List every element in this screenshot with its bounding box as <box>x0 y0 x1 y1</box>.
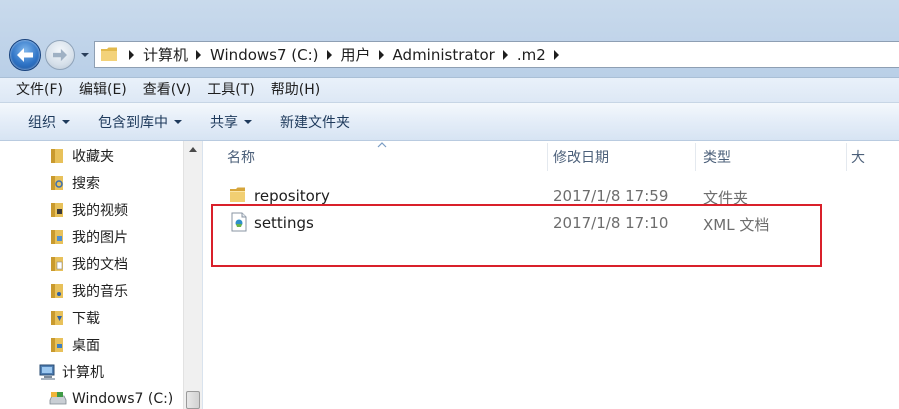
video-folder-icon <box>48 201 66 219</box>
search-folder-icon <box>48 174 66 192</box>
breadcrumb-separator-icon[interactable] <box>502 49 508 60</box>
nav-pane-scrollbar[interactable] <box>183 141 202 409</box>
star-folder-icon <box>48 147 66 165</box>
nav-item-pictures[interactable]: 我的图片 <box>48 224 128 250</box>
nav-item-label: 我的图片 <box>72 230 128 246</box>
column-header-label: 名称 <box>227 150 255 166</box>
organize-label: 组织 <box>28 114 56 131</box>
chevron-up-icon <box>189 147 197 152</box>
breadcrumb-administrator[interactable]: Administrator <box>393 46 495 64</box>
nav-item-label: 下载 <box>72 311 100 327</box>
documents-folder-icon <box>48 255 66 273</box>
music-folder-icon <box>48 282 66 300</box>
nav-item-downloads[interactable]: 下载 <box>48 305 100 331</box>
nav-item-label: 收藏夹 <box>72 149 114 165</box>
new-folder-button[interactable]: 新建文件夹 <box>272 103 358 141</box>
breadcrumb-separator-icon[interactable] <box>129 49 134 60</box>
nav-item-label: 我的视频 <box>72 203 128 219</box>
nav-item-desktop[interactable]: 桌面 <box>48 332 100 358</box>
nav-item-label: 搜索 <box>72 176 100 192</box>
chevron-down-icon <box>174 119 182 124</box>
file-name[interactable]: repository <box>254 187 330 205</box>
menu-bar: 文件(F) 编辑(E) 查看(V) 工具(T) 帮助(H) <box>0 78 899 103</box>
pictures-folder-icon <box>48 228 66 246</box>
nav-item-videos[interactable]: 我的视频 <box>48 197 128 223</box>
breadcrumb-separator-icon[interactable] <box>326 49 332 60</box>
address-toolbar: 计算机 Windows7 (C:) 用户 Administrator .m2 <box>0 0 899 78</box>
scroll-up-button[interactable] <box>184 141 202 159</box>
forward-arrow-icon <box>53 48 67 62</box>
column-header-label: 类型 <box>703 150 731 166</box>
nav-item-label: 桌面 <box>72 338 100 354</box>
nav-item-label: Windows7 (C:) <box>72 391 174 407</box>
recent-pages-dropdown[interactable] <box>79 49 91 61</box>
breadcrumb-separator-icon[interactable] <box>553 49 559 60</box>
breadcrumb-computer[interactable]: 计算机 <box>143 44 188 65</box>
file-modified: 2017/1/8 17:59 <box>553 187 669 205</box>
drive-icon <box>48 390 67 408</box>
navigation-pane: 收藏夹 搜索 我的视频 我的图片 我的文档 我的音乐 下载 桌面 计算机 Win… <box>0 141 203 409</box>
breadcrumb: 计算机 Windows7 (C:) 用户 Administrator .m2 <box>121 42 568 67</box>
nav-item-favorites[interactable]: 收藏夹 <box>48 143 114 169</box>
include-in-library-label: 包含到库中 <box>98 114 168 131</box>
command-bar: 组织 包含到库中 共享 新建文件夹 <box>0 103 899 141</box>
nav-item-documents[interactable]: 我的文档 <box>48 251 128 277</box>
menu-help[interactable]: 帮助(H) <box>263 78 328 103</box>
breadcrumb-users[interactable]: 用户 <box>341 44 371 65</box>
chevron-down-icon <box>244 119 252 124</box>
folder-icon <box>99 44 121 66</box>
nav-item-music[interactable]: 我的音乐 <box>48 278 128 304</box>
column-header-modified[interactable]: 修改日期 <box>553 141 695 173</box>
new-folder-label: 新建文件夹 <box>280 114 350 131</box>
downloads-folder-icon <box>48 309 66 327</box>
back-button[interactable] <box>9 39 41 71</box>
column-divider[interactable] <box>695 143 696 171</box>
nav-item-label: 我的音乐 <box>72 284 128 300</box>
column-header-size[interactable]: 大 <box>851 141 899 173</box>
nav-item-drive-c[interactable]: Windows7 (C:) <box>48 386 173 409</box>
chevron-down-icon <box>62 119 70 124</box>
menu-file[interactable]: 文件(F) <box>8 78 71 103</box>
column-divider[interactable] <box>846 143 847 171</box>
include-in-library-button[interactable]: 包含到库中 <box>90 103 190 141</box>
folder-icon <box>228 185 248 205</box>
nav-item-label: 我的文档 <box>72 257 128 273</box>
column-header-name[interactable]: 名称 <box>227 141 547 173</box>
forward-button[interactable] <box>45 40 75 70</box>
column-divider[interactable] <box>547 143 548 171</box>
chevron-down-icon <box>81 53 89 57</box>
breadcrumb-m2[interactable]: .m2 <box>517 46 546 64</box>
column-header-label: 修改日期 <box>553 150 609 166</box>
menu-edit[interactable]: 编辑(E) <box>71 78 135 103</box>
nav-item-computer[interactable]: 计算机 <box>38 359 104 385</box>
share-label: 共享 <box>210 114 238 131</box>
breadcrumb-separator-icon[interactable] <box>378 49 384 60</box>
share-button[interactable]: 共享 <box>202 103 260 141</box>
organize-button[interactable]: 组织 <box>20 103 78 141</box>
column-header-label: 大 <box>851 150 865 166</box>
highlight-annotation-box <box>211 204 822 267</box>
menu-tools[interactable]: 工具(T) <box>199 78 262 103</box>
breadcrumb-drive[interactable]: Windows7 (C:) <box>210 46 319 64</box>
computer-icon <box>38 363 56 381</box>
nav-item-label: 计算机 <box>62 365 104 381</box>
back-arrow-icon <box>17 48 33 62</box>
desktop-folder-icon <box>48 336 66 354</box>
file-list-pane: 名称 修改日期 类型 大 repository 2017/1/8 17:59 文… <box>203 141 899 409</box>
scrollbar-thumb[interactable] <box>186 391 200 409</box>
menu-view[interactable]: 查看(V) <box>135 78 200 103</box>
breadcrumb-separator-icon[interactable] <box>196 49 202 60</box>
column-header-type[interactable]: 类型 <box>703 141 845 173</box>
address-field[interactable]: 计算机 Windows7 (C:) 用户 Administrator .m2 <box>94 41 899 68</box>
nav-item-search[interactable]: 搜索 <box>48 170 100 196</box>
